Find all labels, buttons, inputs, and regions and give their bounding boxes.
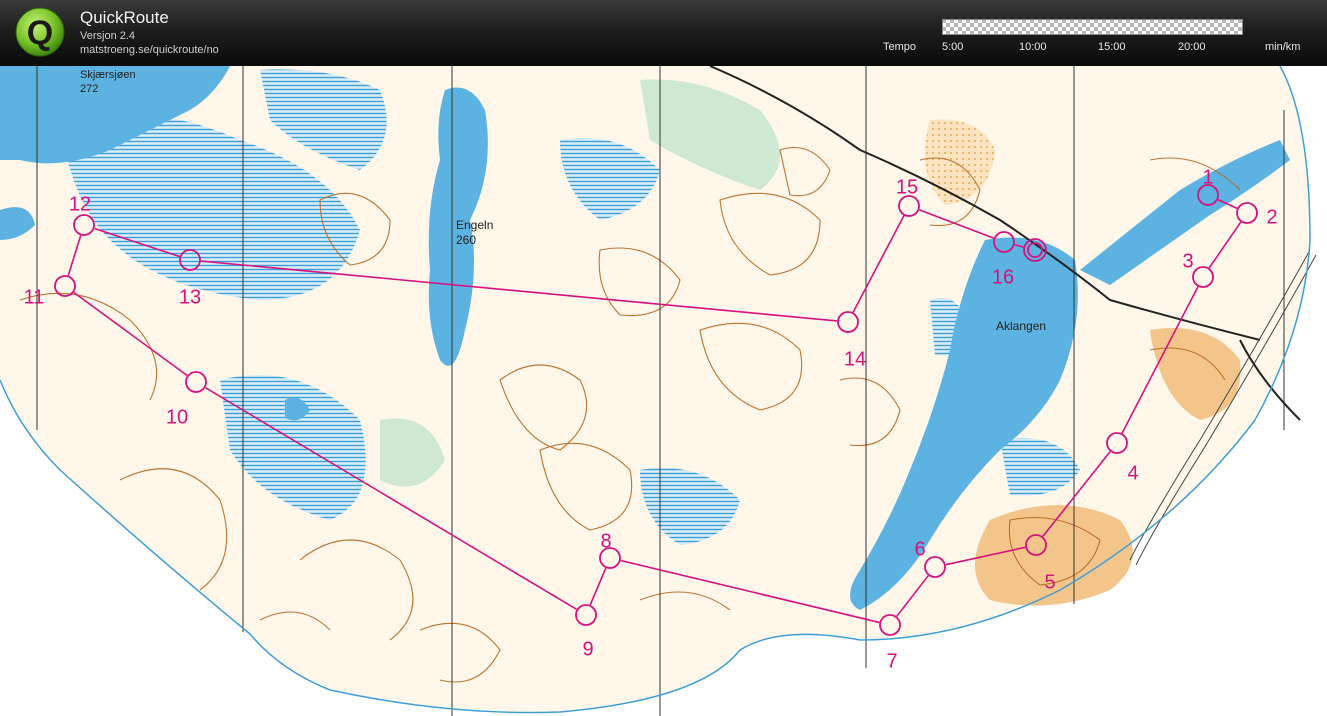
control-number-7: 7 [886, 650, 897, 672]
place-label-aklangen: Aklangen [996, 319, 1046, 333]
control-number-2: 2 [1266, 206, 1277, 228]
place-label-engeln-elevation: 260 [456, 233, 476, 247]
app-version: Versjon 2.4 [80, 30, 136, 42]
control-number-11: 11 [24, 286, 45, 308]
place-label-skjaersjoen-elevation: 272 [80, 83, 98, 95]
app-title: QuickRoute [80, 8, 169, 27]
control-number-6: 6 [914, 538, 925, 560]
place-label-skjaersjoen: Skjærsjøen [80, 69, 136, 81]
logo-letter: Q [27, 14, 53, 52]
control-number-10: 10 [166, 406, 188, 428]
control-number-12: 12 [69, 193, 91, 215]
control-number-5: 5 [1044, 571, 1055, 593]
control-number-3: 3 [1182, 250, 1193, 272]
control-number-9: 9 [582, 638, 593, 660]
control-number-15: 15 [896, 176, 918, 198]
quickroute-logo: Q [15, 7, 65, 57]
control-number-4: 4 [1127, 462, 1138, 484]
quickroute-window: Q QuickRoute Versjon 2.4 matstroeng.se/q… [0, 0, 1327, 716]
orienteering-map[interactable]: 12345678910111213141516 Skjærsjøen 272 E… [0, 66, 1327, 716]
control-number-1: 1 [1202, 166, 1213, 188]
tempo-unit: min/km [1265, 41, 1301, 53]
app-header: Q QuickRoute Versjon 2.4 matstroeng.se/q… [0, 0, 1327, 66]
tempo-tick-5: 5:00 [942, 41, 964, 53]
control-number-8: 8 [600, 530, 611, 552]
control-number-13: 13 [179, 286, 201, 308]
tempo-tick-20: 20:00 [1178, 41, 1206, 53]
app-url: matstroeng.se/quickroute/no [80, 44, 219, 56]
control-number-16: 16 [992, 266, 1014, 288]
tempo-label: Tempo [883, 41, 917, 53]
tempo-color-scale [942, 19, 1243, 35]
control-number-14: 14 [844, 348, 866, 370]
tempo-tick-15: 15:00 [1098, 41, 1126, 53]
tempo-tick-10: 10:00 [1019, 41, 1047, 53]
place-label-engeln: Engeln [456, 218, 493, 232]
